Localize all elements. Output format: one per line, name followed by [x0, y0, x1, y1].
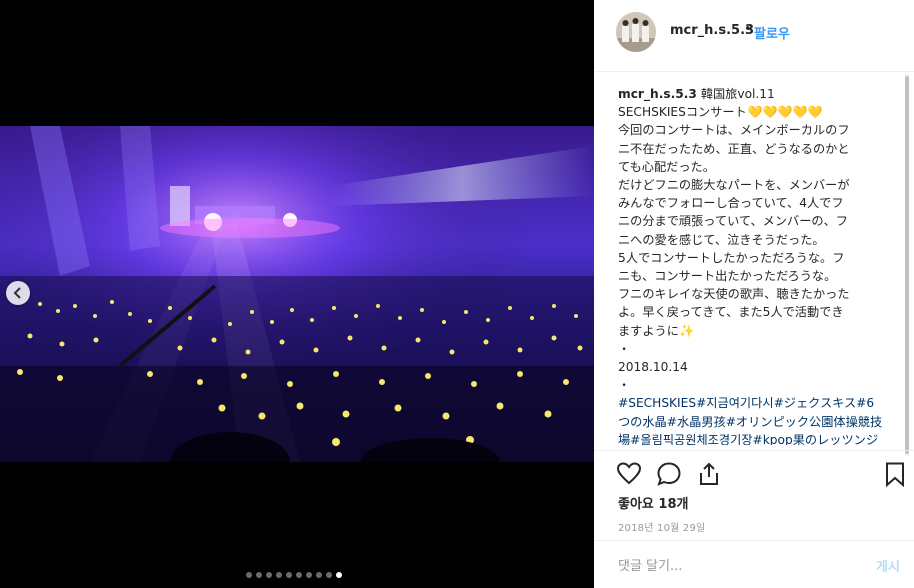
- bookmark-icon[interactable]: [882, 461, 908, 487]
- carousel-indicator: [246, 572, 342, 578]
- caption-line-3: ニ不在だったため、正直、どうなるのかと: [618, 141, 850, 156]
- caption-line-11: フニのキレイな天使の歌声、聴きたかった: [618, 287, 850, 302]
- carousel-dot: [276, 572, 282, 578]
- caption-line-5: だけどフニの膨大なパートを、メンバーが: [618, 178, 850, 193]
- comment-input[interactable]: [616, 555, 850, 577]
- carousel-dot: [326, 572, 332, 578]
- post-side-panel: mcr_h.s.5.3 • 팔로우 mcr_h.s.5.3 韓国旅vol.11 S…: [594, 0, 914, 588]
- post-media: [0, 0, 594, 588]
- sparkle-emoji: ✨: [678, 323, 695, 338]
- likes-count[interactable]: 좋아요 18개: [618, 493, 688, 512]
- caption-line-7: ニの分まで頑張っていて、メンバーの、フ: [618, 214, 848, 229]
- concert-photo[interactable]: [0, 126, 594, 462]
- caption-line-15: 2018.10.14: [618, 360, 688, 375]
- caption-line-14: ・: [618, 341, 631, 356]
- avatar[interactable]: [616, 12, 656, 52]
- caption-username[interactable]: mcr_h.s.5.3: [618, 87, 697, 101]
- chevron-left-icon: [13, 287, 21, 299]
- carousel-dot: [246, 572, 252, 578]
- caption-line-16: ・: [618, 378, 631, 393]
- follow-button[interactable]: 팔로우: [754, 23, 790, 42]
- comment-icon[interactable]: [656, 461, 682, 487]
- carousel-dot: [296, 572, 302, 578]
- caption-line-13: ますように: [618, 323, 679, 338]
- carousel-dot: [306, 572, 312, 578]
- concert-illustration: [0, 126, 594, 462]
- share-icon[interactable]: [696, 461, 722, 487]
- carousel-dot: [336, 572, 342, 578]
- caption-line-4: ても心配だった。: [618, 159, 715, 174]
- post-caption: mcr_h.s.5.3 韓国旅vol.11 SECHSKIESコンサート💛💛💛💛💛…: [618, 85, 886, 445]
- caption-line-2: 今回のコンサートは、メインボーカルのフ: [618, 123, 850, 138]
- carousel-dot: [256, 572, 262, 578]
- caption-line-12: よ。早く戻ってきて、また5人で活動でき: [618, 305, 844, 320]
- hashtags[interactable]: #SECHSKIES#지금여기다시#ジェクスキス#6つの水晶#水晶男孩#オリンピ…: [618, 394, 886, 445]
- caption-scrollbar[interactable]: [904, 74, 910, 456]
- header-username[interactable]: mcr_h.s.5.3: [670, 23, 754, 38]
- caption-line-8: ニへの愛を感じて、泣きそうだった。: [618, 232, 825, 247]
- carousel-dot: [286, 572, 292, 578]
- post-comment-button[interactable]: 게시: [876, 556, 900, 575]
- carousel-prev-button[interactable]: [6, 281, 30, 305]
- caption-line-9: 5人でコンサートしたかっただろうな。フ: [618, 250, 845, 265]
- caption-line-0: 韓国旅vol.11: [700, 87, 775, 101]
- heart-icon[interactable]: [616, 461, 642, 487]
- caption-line-6: みんなでフォローし合っていて、4人でフ: [618, 196, 844, 211]
- comment-form: 게시: [594, 540, 914, 588]
- post-header: mcr_h.s.5.3 • 팔로우: [594, 0, 914, 72]
- caption-line-1: SECHSKIESコンサート: [618, 105, 747, 120]
- avatar-photo: [616, 12, 656, 52]
- post-date: 2018년 10월 29일: [618, 523, 706, 534]
- carousel-dot: [316, 572, 322, 578]
- caption-line-10: ニも、コンサート出たかっただろうな。: [618, 269, 837, 284]
- carousel-dot: [266, 572, 272, 578]
- yellow-heart-emojis: 💛💛💛💛💛: [747, 105, 823, 120]
- action-bar: [594, 450, 914, 495]
- header-separator: •: [744, 22, 752, 37]
